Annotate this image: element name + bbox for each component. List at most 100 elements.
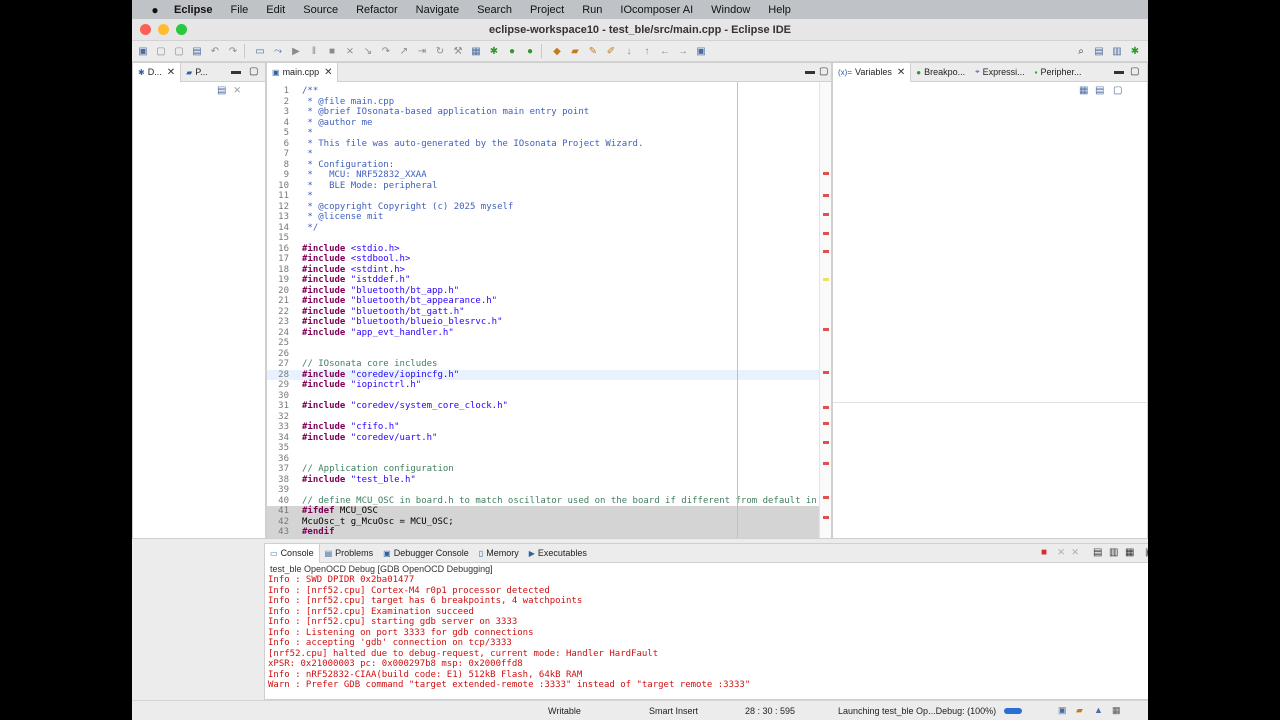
open-type-icon[interactable]: ◆ <box>550 44 564 58</box>
code-line[interactable]: 27 // IOsonata core includes <box>267 359 831 370</box>
code-line[interactable]: 9 * MCU: NRF52832_XXAA <box>267 170 831 181</box>
minimize-icon[interactable]: ▬ <box>805 66 815 77</box>
variables-tree[interactable] <box>833 100 1147 403</box>
save-icon[interactable]: ▢ <box>154 44 168 58</box>
error-marker[interactable] <box>823 328 829 331</box>
external-tools-icon[interactable]: ● <box>523 44 537 58</box>
error-marker[interactable] <box>823 213 829 216</box>
search-tool-icon[interactable]: ✎ <box>586 44 600 58</box>
code-line[interactable]: 18 #include <stdint.h> <box>267 265 831 276</box>
clear-console-icon[interactable]: ▤ <box>1093 547 1102 558</box>
hammer-icon[interactable]: ⚒ <box>451 44 465 58</box>
tab-expressions[interactable]: ⌖ Expressi... <box>970 63 1030 82</box>
remove-launch-icon[interactable]: ⨯ <box>1057 547 1065 558</box>
code-line[interactable]: 8 * Configuration: <box>267 160 831 171</box>
ai-icon[interactable]: ▦ <box>469 44 483 58</box>
tab-debugger-console[interactable]: ▣ Debugger Console <box>378 544 474 563</box>
tab-executables[interactable]: ▶ Executables <box>524 544 592 563</box>
menu-refactor[interactable]: Refactor <box>356 4 398 16</box>
console-output[interactable]: Info : SWD DPIDR 0x2ba01477 Info : [nrf52… <box>265 575 1148 699</box>
progress-view-icon[interactable]: ▣ <box>1058 705 1067 716</box>
tab-main-cpp[interactable]: ▣ main.cpp ✕ <box>267 62 339 82</box>
close-icon[interactable]: ✕ <box>897 67 905 78</box>
code-line[interactable]: 17 #include <stdbool.h> <box>267 254 831 265</box>
warning-marker[interactable] <box>823 278 829 281</box>
minimize-icon[interactable]: ▬ <box>231 66 241 77</box>
terminate-icon[interactable]: ■ <box>325 44 339 58</box>
trim-icon[interactable]: ▦ <box>1112 705 1121 716</box>
redo-icon[interactable]: ↷ <box>226 44 240 58</box>
collapse-all-icon[interactable]: ▤ <box>217 85 226 96</box>
code-line[interactable]: 20 #include "bluetooth/bt_app.h" <box>267 286 831 297</box>
tab-memory[interactable]: ▯ Memory <box>474 544 524 563</box>
status-task[interactable]: Launching test_ble Op...Debug: (100%) <box>838 706 996 716</box>
code-line[interactable]: 37 // Application configuration <box>267 464 831 475</box>
scroll-lock-icon[interactable]: ▥ <box>1109 547 1118 558</box>
code-line[interactable]: 13 * @license mit <box>267 212 831 223</box>
disconnect-icon[interactable]: ⨯ <box>343 44 357 58</box>
menu-navigate[interactable]: Navigate <box>416 4 459 16</box>
new-icon[interactable]: ▣ <box>136 44 150 58</box>
error-marker[interactable] <box>823 462 829 465</box>
menu-edit[interactable]: Edit <box>266 4 285 16</box>
code-line[interactable]: 28 #include "coredev/iopincfg.h" <box>267 369 831 380</box>
perspective-cpp-icon[interactable]: ▤ <box>1092 44 1106 58</box>
menu-eclipse[interactable]: Eclipse <box>174 4 213 16</box>
code-line[interactable]: 21 #include "bluetooth/bt_appearance.h" <box>267 296 831 307</box>
code-area[interactable]: 1/** 2 * @file main.cpp 3 * @brief IOsonat… <box>267 82 831 538</box>
maximize-icon[interactable]: ▢ <box>819 66 828 77</box>
code-line[interactable]: 42 McuOsc_t g_McuOsc = MCU_OSC; <box>267 516 831 527</box>
code-line[interactable]: 3 * @brief IOsonata-based application ma… <box>267 107 831 118</box>
code-line[interactable]: 43 #endif <box>267 527 831 538</box>
annotation-next-icon[interactable]: ↓ <box>622 44 636 58</box>
notes-icon[interactable]: ▰ <box>1076 705 1083 716</box>
back-icon[interactable]: ← <box>658 44 672 58</box>
undo-icon[interactable]: ↶ <box>208 44 222 58</box>
error-marker[interactable] <box>823 422 829 425</box>
code-line[interactable]: 29 #include "iopinctrl.h" <box>267 380 831 391</box>
tab-variables[interactable]: (x)= Variables ✕ <box>833 62 912 82</box>
remove-launch-icon[interactable]: ⨯ <box>233 85 241 96</box>
error-marker[interactable] <box>823 250 829 253</box>
code-line[interactable]: 41 #ifdef MCU_OSC <box>267 506 831 517</box>
code-line[interactable]: 33 #include "cfifo.h" <box>267 422 831 433</box>
show-type-names-icon[interactable]: ▦ <box>1079 85 1088 96</box>
pin-editor-icon[interactable]: ▣ <box>694 44 708 58</box>
perspective-open-icon[interactable]: ▥ <box>1110 44 1124 58</box>
step-return-icon[interactable]: ↗ <box>397 44 411 58</box>
code-line[interactable]: 32 <box>267 412 831 423</box>
search-icon[interactable]: ⌕ <box>1074 44 1088 58</box>
code-line[interactable]: 4 * @author me <box>267 118 831 129</box>
collapse-all-icon[interactable]: ▤ <box>1095 85 1104 96</box>
overview-ruler[interactable] <box>819 82 831 538</box>
code-line[interactable]: 10 * BLE Mode: peripheral <box>267 181 831 192</box>
error-marker[interactable] <box>823 441 829 444</box>
open-folder-icon[interactable]: ▰ <box>568 44 582 58</box>
tips-icon[interactable]: ▲ <box>1094 705 1103 715</box>
code-line[interactable]: 38 #include "test_ble.h" <box>267 475 831 486</box>
step-into-icon[interactable]: ↘ <box>361 44 375 58</box>
code-line[interactable]: 7 * <box>267 149 831 160</box>
code-line[interactable]: 6 * This file was auto-generated by the … <box>267 139 831 150</box>
code-line[interactable]: 22 #include "bluetooth/bt_gatt.h" <box>267 307 831 318</box>
tab-peripherals[interactable]: ▪ Peripher... <box>1030 63 1087 82</box>
close-icon[interactable]: ✕ <box>167 67 175 78</box>
terminate-icon[interactable]: ■ <box>1041 547 1047 558</box>
code-line[interactable]: 35 <box>267 443 831 454</box>
instruction-step-icon[interactable]: ⇥ <box>415 44 429 58</box>
menu-window[interactable]: Window <box>711 4 750 16</box>
skip-breakpoints-icon[interactable]: ⤳ <box>271 44 285 58</box>
debug-icon[interactable]: ✱ <box>487 44 501 58</box>
code-line[interactable]: 11 * <box>267 191 831 202</box>
code-line[interactable]: 30 <box>267 391 831 402</box>
tab-breakpoints[interactable]: ● Breakpo... <box>911 63 970 82</box>
minimize-icon[interactable]: ▬ <box>1114 66 1124 77</box>
code-line[interactable]: 26 <box>267 349 831 360</box>
code-line[interactable]: 1 /** <box>267 86 831 97</box>
code-line[interactable]: 15 <box>267 233 831 244</box>
maximize-icon[interactable]: ▢ <box>1130 66 1139 77</box>
menu-source[interactable]: Source <box>303 4 338 16</box>
error-marker[interactable] <box>823 496 829 499</box>
menu-file[interactable]: File <box>231 4 249 16</box>
tab-project[interactable]: ▰ P... <box>181 63 213 82</box>
